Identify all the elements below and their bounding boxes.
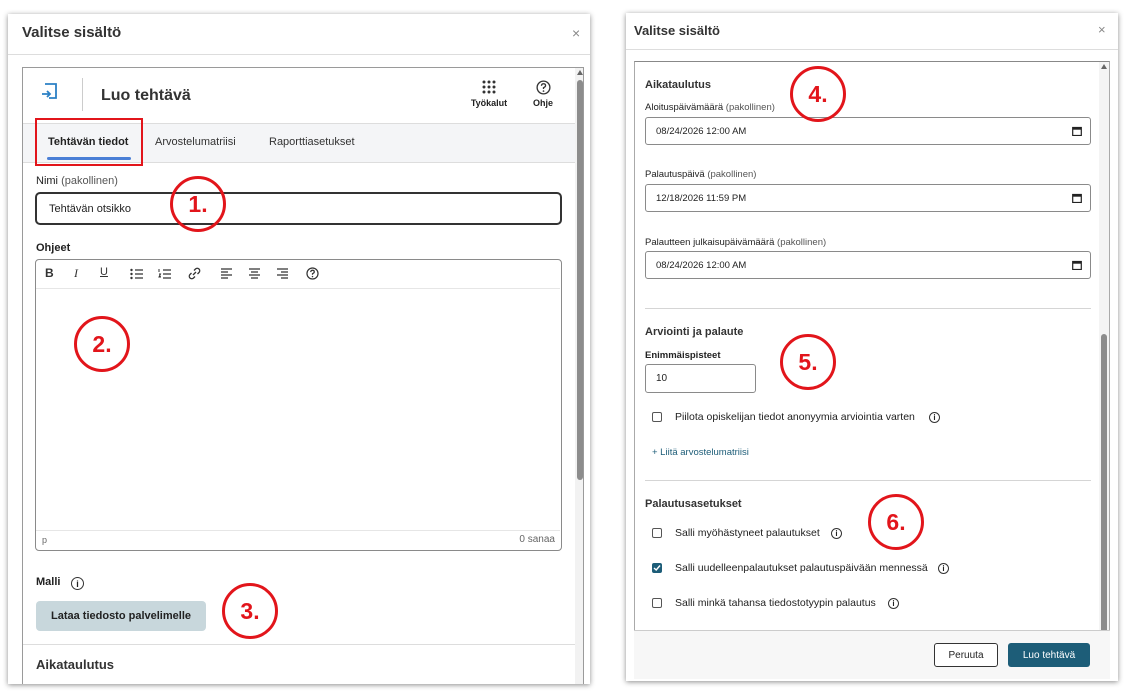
- close-icon[interactable]: ×: [572, 26, 580, 40]
- tab-rubric[interactable]: Arvostelumatriisi: [155, 136, 236, 148]
- align-right-icon[interactable]: [276, 268, 289, 279]
- resubmissions-info-icon[interactable]: i: [938, 563, 949, 574]
- due-date-input[interactable]: 12/18/2026 11:59 PM: [645, 184, 1091, 212]
- schedule-heading: Aikataulutus: [36, 657, 115, 672]
- section-divider: [645, 308, 1091, 309]
- late-submissions-label: Salli myöhästyneet palautukset: [675, 527, 820, 539]
- editor-toolbar: B I U: [36, 260, 560, 289]
- tools-button[interactable]: Työkalut: [469, 80, 509, 108]
- feedback-release-input[interactable]: 08/24/2026 12:00 AM: [645, 251, 1091, 279]
- align-left-icon[interactable]: [220, 268, 233, 279]
- file-type-info-icon[interactable]: i: [888, 598, 899, 609]
- name-label-text: Nimi: [36, 175, 58, 187]
- name-input[interactable]: Tehtävän otsikko: [35, 192, 562, 225]
- name-required-text: (pakollinen): [61, 175, 118, 187]
- align-center-icon[interactable]: [248, 268, 261, 279]
- bullet-list-icon[interactable]: [130, 268, 144, 280]
- attach-rubric-link[interactable]: + Liitä arvostelumatriisi: [652, 447, 749, 458]
- editor-path: p: [42, 535, 48, 545]
- highlight-box: [35, 118, 143, 166]
- submission-heading: Palautusasetukset: [645, 498, 742, 510]
- annotation-marker-1: 1.: [170, 176, 226, 232]
- schedule-heading: Aikataulutus: [645, 79, 712, 91]
- check-icon: [653, 565, 661, 572]
- scrollbar-thumb[interactable]: [1101, 334, 1107, 641]
- tab-report-settings[interactable]: Raporttiasetukset: [269, 136, 355, 148]
- due-date-label: Palautuspäivä (pakollinen): [645, 169, 756, 180]
- late-info-icon[interactable]: i: [831, 528, 842, 539]
- link-icon[interactable]: [188, 267, 201, 280]
- help-icon: [535, 80, 551, 95]
- word-count: 0 sanaa: [519, 534, 555, 545]
- page-title: Luo tehtävä: [101, 87, 191, 104]
- due-required-text: (pakollinen): [707, 169, 757, 180]
- annotation-marker-4: 4.: [790, 66, 846, 122]
- title-divider: [8, 54, 590, 55]
- title-divider: [626, 49, 1118, 50]
- anonymous-grading-label: Piilota opiskelijan tiedot anonyymia arv…: [675, 411, 915, 423]
- due-date-value: 12/18/2026 11:59 PM: [656, 192, 747, 204]
- feedback-release-label: Palautteen julkaisupäivämäärä (pakolline…: [645, 237, 826, 248]
- name-label: Nimi (pakollinen): [36, 175, 118, 187]
- start-required-text: (pakollinen): [725, 102, 775, 113]
- template-label: Malli: [36, 576, 61, 588]
- tools-label: Työkalut: [470, 98, 508, 108]
- editor-status-divider: [36, 530, 560, 531]
- anonymous-info-icon[interactable]: i: [929, 412, 940, 423]
- any-file-type-label: Salli minkä tahansa tiedostotyypin palau…: [675, 597, 876, 609]
- right-dialog: Valitse sisältö × Aikataulutus Aloituspä…: [626, 13, 1118, 681]
- numbered-list-icon[interactable]: [158, 268, 172, 280]
- start-date-input[interactable]: 08/24/2026 12:00 AM: [645, 117, 1091, 145]
- instructions-label: Ohjeet: [36, 242, 71, 254]
- header-separator: [82, 78, 83, 111]
- section-divider: [23, 644, 575, 645]
- feedback-release-required-text: (pakollinen): [777, 237, 827, 248]
- dialog-title: Valitse sisältö: [22, 24, 122, 41]
- grading-heading: Arviointi ja palaute: [645, 326, 744, 338]
- assignment-icon: [41, 82, 59, 109]
- start-date-label-text: Aloituspäivämäärä: [645, 102, 724, 113]
- scroll-up-arrow-icon[interactable]: [577, 70, 583, 75]
- calendar-icon[interactable]: [1072, 126, 1082, 136]
- upload-file-button[interactable]: Lataa tiedosto palvelimelle: [36, 601, 206, 631]
- italic-icon[interactable]: I: [74, 266, 78, 281]
- name-input-value: Tehtävän otsikko: [49, 202, 131, 215]
- resubmissions-checkbox[interactable]: [652, 563, 662, 573]
- any-file-type-checkbox[interactable]: [652, 598, 662, 608]
- anonymous-grading-checkbox[interactable]: [652, 412, 662, 422]
- start-date-value: 08/24/2026 12:00 AM: [656, 125, 747, 137]
- resubmissions-label: Salli uudelleenpalautukset palautuspäivä…: [675, 562, 928, 574]
- start-date-label: Aloituspäivämäärä (pakollinen): [645, 102, 775, 113]
- underline-icon[interactable]: U: [100, 266, 108, 278]
- annotation-marker-5: 5.: [780, 334, 836, 390]
- cancel-button[interactable]: Peruuta: [934, 643, 998, 667]
- scroll-up-arrow-icon[interactable]: [1101, 64, 1107, 69]
- annotation-marker-3: 3.: [222, 583, 278, 639]
- feedback-release-value: 08/24/2026 12:00 AM: [656, 259, 747, 271]
- content-frame: Aikataulutus Aloituspäivämäärä (pakollin…: [634, 61, 1110, 641]
- close-icon[interactable]: ×: [1098, 23, 1106, 37]
- bold-icon[interactable]: B: [45, 266, 54, 280]
- annotation-marker-2: 2.: [74, 316, 130, 372]
- calendar-icon[interactable]: [1072, 193, 1082, 203]
- dialog-title: Valitse sisältö: [634, 23, 720, 38]
- grid-icon: [482, 80, 496, 94]
- scrollbar-thumb[interactable]: [577, 80, 583, 480]
- create-assignment-button[interactable]: Luo tehtävä: [1008, 643, 1090, 667]
- editor-help-icon[interactable]: [306, 267, 319, 280]
- feedback-release-label-text: Palautteen julkaisupäivämäärä: [645, 237, 775, 248]
- help-button[interactable]: Ohje: [529, 80, 557, 108]
- annotation-marker-6: 6.: [868, 494, 924, 550]
- rich-text-editor[interactable]: B I U p 0 sanaa: [35, 259, 562, 551]
- due-date-label-text: Palautuspäivä: [645, 169, 705, 180]
- max-points-value: 10: [656, 373, 668, 384]
- template-info-icon[interactable]: i: [71, 577, 84, 590]
- help-label: Ohje: [532, 98, 553, 108]
- max-points-label: Enimmäispisteet: [645, 350, 721, 361]
- section-divider: [645, 480, 1091, 481]
- late-submissions-checkbox[interactable]: [652, 528, 662, 538]
- calendar-icon[interactable]: [1072, 260, 1082, 270]
- max-points-input[interactable]: 10: [645, 364, 756, 393]
